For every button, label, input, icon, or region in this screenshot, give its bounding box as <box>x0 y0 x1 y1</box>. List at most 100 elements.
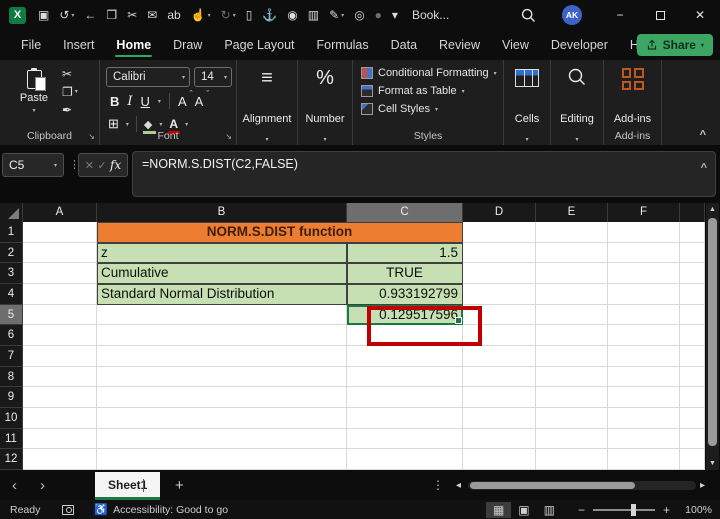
undo-button[interactable]: ↺▾ <box>59 9 74 21</box>
row-header-4[interactable]: 4 <box>0 284 23 305</box>
vertical-scroll-thumb[interactable] <box>708 218 717 446</box>
cell-A3[interactable] <box>23 263 97 284</box>
zoom-level[interactable]: 100% <box>670 504 712 516</box>
cell-D8[interactable] <box>463 367 536 388</box>
cell-A2[interactable] <box>23 243 97 264</box>
cell-B1-C1[interactable]: NORM.S.DIST function <box>97 222 463 243</box>
page-break-view-icon[interactable]: ▥ <box>537 502 562 518</box>
cell-B2[interactable]: z <box>97 243 347 264</box>
camera-button[interactable]: ◉ <box>287 9 297 21</box>
add-sheet-button[interactable]: + <box>175 470 184 500</box>
cell-A12[interactable] <box>23 449 97 470</box>
font-dialog-launcher-icon[interactable]: ↘ <box>225 132 232 141</box>
vertical-scrollbar[interactable]: ▲ ▼ <box>706 203 719 470</box>
cell-G3[interactable] <box>680 263 705 284</box>
expand-formula-bar-icon[interactable]: ^ <box>701 162 707 174</box>
scroll-up-icon[interactable]: ▲ <box>706 206 719 213</box>
row-header-1[interactable]: 1 <box>0 222 23 243</box>
grow-font-button[interactable]: Aˆ <box>178 94 187 109</box>
collapse-ribbon-icon[interactable]: ^ <box>700 129 706 141</box>
cell-styles-button[interactable]: Cell Styles▾ <box>361 103 497 115</box>
anchor-button[interactable]: ⚓ <box>262 9 277 21</box>
cell-C2[interactable]: 1.5 <box>347 243 463 264</box>
avatar[interactable]: AK <box>562 5 582 25</box>
paste-button[interactable]: Paste ▾ <box>14 68 54 114</box>
maximize-button[interactable] <box>640 0 680 30</box>
enter-icon[interactable]: ✓ <box>97 159 106 172</box>
cell-G4[interactable] <box>680 284 705 305</box>
tab-home[interactable]: Home <box>105 32 162 58</box>
cell-F4[interactable] <box>608 284 680 305</box>
addins-group[interactable]: Add-ins Add-ins <box>604 60 662 145</box>
cell-E2[interactable] <box>536 243 608 264</box>
italic-button[interactable]: I <box>127 94 132 109</box>
cell-C4[interactable]: 0.933192799 <box>347 284 463 305</box>
cell-G6[interactable] <box>680 325 705 346</box>
row-header-9[interactable]: 9 <box>0 387 23 408</box>
alignment-group[interactable]: ≡ Alignment ▾ <box>237 60 298 145</box>
cell-G12[interactable] <box>680 449 705 470</box>
cell-B12[interactable] <box>97 449 347 470</box>
chevron-down-icon[interactable]: ▾ <box>185 121 188 128</box>
cancel-icon[interactable]: ✕ <box>85 159 94 172</box>
cell-B3[interactable]: Cumulative <box>97 263 347 284</box>
cell-F1[interactable] <box>608 222 680 243</box>
cell-F8[interactable] <box>608 367 680 388</box>
shrink-font-button[interactable]: Aˇ <box>195 94 204 109</box>
previous-sheet-icon[interactable]: ‹ <box>12 470 17 500</box>
cell-E5[interactable] <box>536 305 608 326</box>
row-header-6[interactable]: 6 <box>0 325 23 346</box>
bold-button[interactable]: B <box>110 94 119 109</box>
cell-E6[interactable] <box>536 325 608 346</box>
cell-A4[interactable] <box>23 284 97 305</box>
tab-view[interactable]: View <box>491 32 540 58</box>
draft-button[interactable]: ✎▾ <box>329 9 344 21</box>
search-icon[interactable] <box>521 8 536 23</box>
touch-mode-button[interactable]: ☝▾ <box>191 9 211 21</box>
font-color-button[interactable]: A <box>169 117 178 131</box>
chevron-down-icon[interactable]: ▾ <box>265 137 268 143</box>
row-header-5[interactable]: 5 <box>0 305 23 326</box>
cell-D10[interactable] <box>463 408 536 429</box>
clipboard-dialog-launcher-icon[interactable]: ↘ <box>88 132 95 141</box>
cell-G7[interactable] <box>680 346 705 367</box>
cell-D4[interactable] <box>463 284 536 305</box>
chevron-down-icon[interactable]: ▾ <box>525 137 528 143</box>
inspect-button[interactable]: ◎ <box>354 9 364 21</box>
font-size-combo[interactable]: 14▾ <box>194 67 232 87</box>
redo-button[interactable]: ↻▾ <box>221 9 236 21</box>
zoom-slider[interactable] <box>593 509 655 511</box>
cell-F3[interactable] <box>608 263 680 284</box>
cells-group[interactable]: Cells ▾ <box>504 60 551 145</box>
col-header-A[interactable]: A <box>23 203 97 222</box>
tab-review[interactable]: Review <box>428 32 491 58</box>
preview-button[interactable]: ▥ <box>308 9 319 21</box>
cell-D7[interactable] <box>463 346 536 367</box>
cell-C11[interactable] <box>347 429 463 450</box>
row-header-11[interactable]: 11 <box>0 429 23 450</box>
scroll-right-icon[interactable]: ▸ <box>700 470 705 500</box>
font-family-combo[interactable]: Calibri▾ <box>106 67 190 87</box>
chevron-down-icon[interactable]: ▾ <box>158 98 161 105</box>
cell-C9[interactable] <box>347 387 463 408</box>
zoom-in-button[interactable]: + <box>663 503 670 517</box>
cell-F2[interactable] <box>608 243 680 264</box>
next-sheet-icon[interactable]: › <box>40 470 45 500</box>
insert-function-icon[interactable]: fx <box>110 158 121 172</box>
cell-E1[interactable] <box>536 222 608 243</box>
conditional-formatting-button[interactable]: Conditional Formatting▾ <box>361 67 497 79</box>
cell-E11[interactable] <box>536 429 608 450</box>
cell-C8[interactable] <box>347 367 463 388</box>
sheet-options-kebab-icon[interactable]: ⋮ <box>432 470 444 500</box>
row-header-7[interactable]: 7 <box>0 346 23 367</box>
tab-developer[interactable]: Developer <box>540 32 619 58</box>
tab-formulas[interactable]: Formulas <box>306 32 380 58</box>
cell-F12[interactable] <box>608 449 680 470</box>
tab-file[interactable]: File <box>10 32 52 58</box>
cell-C7[interactable] <box>347 346 463 367</box>
minimize-button[interactable]: − <box>600 0 640 30</box>
cell-B9[interactable] <box>97 387 347 408</box>
copy-button[interactable]: ❐▾ <box>62 86 78 98</box>
underline-button[interactable]: U <box>141 94 150 109</box>
col-header-E[interactable]: E <box>536 203 608 222</box>
